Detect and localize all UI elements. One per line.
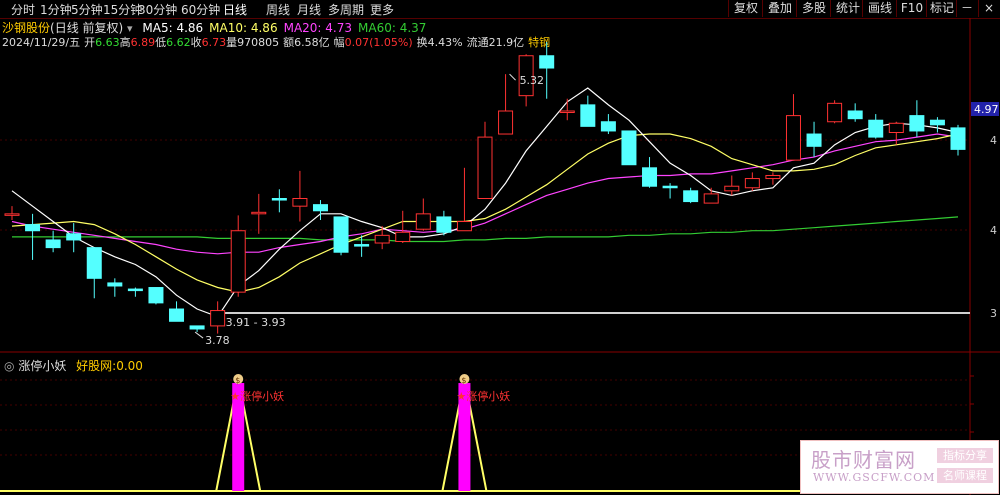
candle-body [292,198,308,207]
candle-body [806,133,822,147]
candle-body [127,288,143,292]
candle-body [189,325,205,330]
candle-body [312,204,328,212]
last-price-label: 4.97 [974,103,999,116]
ma60-line [12,216,959,243]
candle-body [909,115,925,132]
candle-body [642,167,658,187]
range-label: 3.91 - 3.93 [226,316,286,329]
watermark-title: 股市财富网 [811,448,916,472]
low-label: 3.78 [205,334,230,347]
kline-chart[interactable]: 5.32 3.78 3.91 - 3.93 4.97 4 4 3 $ ★涨停小妖 $ ★涨停小妖 [0,0,1000,495]
signal-label-0: ★涨停小妖 [230,389,284,403]
high-label: 5.32 [520,74,545,87]
candle-body [25,224,41,232]
candle-body [559,110,575,114]
candle-body [148,287,164,304]
watermark-tag-1: 指标分享 [937,448,993,463]
candle-body [847,110,863,120]
watermark-tag-2: 名师课程 [937,468,993,483]
candle-body [703,193,719,204]
candle-body [251,211,267,215]
candle-body [888,122,904,133]
candle-body [271,198,287,201]
candle-body [107,282,123,287]
candle-body [580,104,596,127]
candle-body [395,231,411,242]
candle-body [436,216,452,233]
candle-body [724,185,740,192]
axis-tick-label: 4 [990,134,997,147]
candle-body [477,136,493,200]
candle-body [66,233,82,241]
watermark-logo: 股市财富网 WWW.GSCFW.COM 指标分享 名师课程 [800,440,999,494]
candle-body [498,110,514,135]
candle-body [539,55,555,69]
candle-body [785,115,801,161]
low-pointer [194,331,204,339]
candle-body [210,310,226,327]
axis-tick-label: 3 [990,307,997,320]
candle-body [354,244,370,247]
candle-body [868,119,884,138]
watermark-url: WWW.GSCFW.COM [813,471,936,484]
candle-body [86,247,102,279]
candle-body [929,119,945,126]
candle-body [827,102,843,123]
candle-body [744,178,760,189]
candle-body [169,308,185,322]
candle-body [4,213,20,216]
candle-body [415,213,431,230]
candle-body [45,239,61,249]
signal-label-1: ★涨停小妖 [456,389,510,403]
axis-tick-label: 4 [990,224,997,237]
candle-body [950,127,966,150]
candle-body [333,216,349,253]
signal-coin-text: $ [235,376,240,385]
signal-coin-text: $ [461,376,466,385]
candle-body [600,121,616,132]
candle-body [621,130,637,166]
candle-body [683,190,699,203]
candle-body [230,230,246,293]
high-pointer [509,73,516,81]
candle-body [374,234,390,244]
candle-body [765,174,781,180]
candle-body [456,221,472,232]
candle-body [662,185,678,189]
